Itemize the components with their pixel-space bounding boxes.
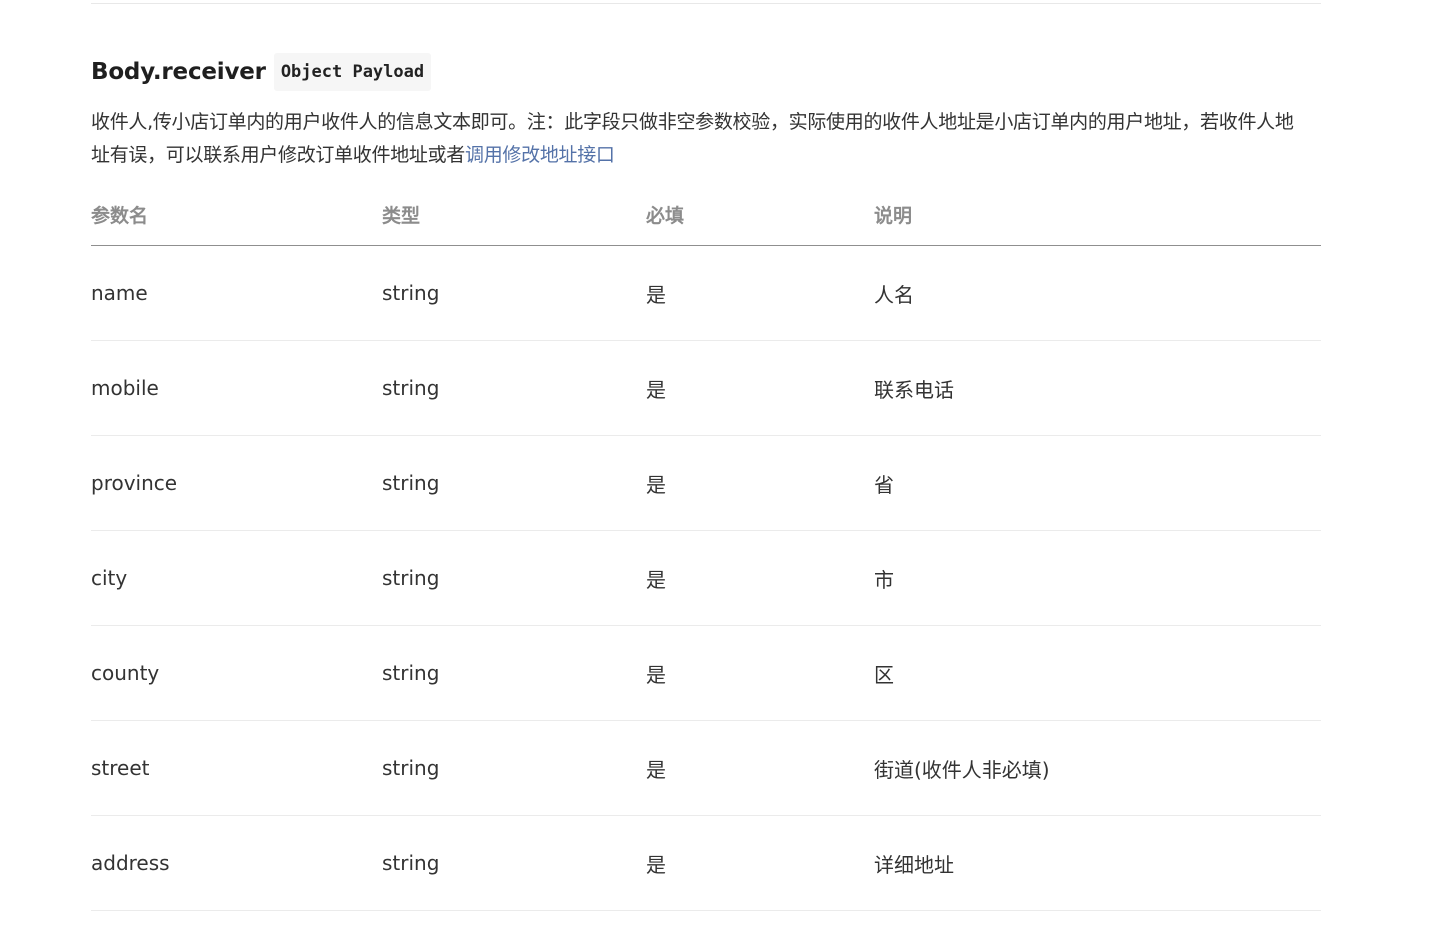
param-desc: 省	[874, 435, 1321, 531]
params-table: 参数名 类型 必填 说明 name string 是 人名 mobile str…	[91, 184, 1321, 911]
param-type: string	[382, 720, 646, 816]
param-name: county	[91, 625, 382, 721]
table-row: province string 是 省	[91, 435, 1321, 531]
description-text: 收件人,传小店订单内的用户收件人的信息文本即可。注：此字段只做非空参数校验，实际…	[91, 111, 1294, 166]
param-desc: 联系电话	[874, 340, 1321, 436]
type-badge: Object Payload	[273, 53, 432, 91]
param-required: 是	[646, 625, 874, 721]
param-required: 是	[646, 720, 874, 816]
param-name: city	[91, 530, 382, 626]
table-row: name string 是 人名	[91, 245, 1321, 341]
header-type: 类型	[382, 184, 646, 246]
param-type: string	[382, 625, 646, 721]
receiver-section: Body.receiver Object Payload 收件人,传小店订单内的…	[91, 52, 1321, 172]
param-type: string	[382, 435, 646, 531]
param-name: address	[91, 815, 382, 911]
param-required: 是	[646, 435, 874, 531]
param-name: mobile	[91, 340, 382, 436]
param-name: name	[91, 245, 382, 341]
param-type: string	[382, 530, 646, 626]
param-required: 是	[646, 530, 874, 626]
param-desc: 街道(收件人非必填)	[874, 720, 1321, 816]
section-description: 收件人,传小店订单内的用户收件人的信息文本即可。注：此字段只做非空参数校验，实际…	[91, 106, 1301, 172]
table-row: county string 是 区	[91, 625, 1321, 721]
param-required: 是	[646, 815, 874, 911]
param-required: 是	[646, 340, 874, 436]
param-type: string	[382, 340, 646, 436]
section-heading: Body.receiver Object Payload	[91, 52, 1321, 92]
param-type: string	[382, 815, 646, 911]
param-desc: 区	[874, 625, 1321, 721]
param-name: province	[91, 435, 382, 531]
table-row: address string 是 详细地址	[91, 815, 1321, 911]
table-row: city string 是 市	[91, 530, 1321, 626]
param-desc: 市	[874, 530, 1321, 626]
table-row: street string 是 街道(收件人非必填)	[91, 720, 1321, 816]
header-required: 必填	[646, 184, 874, 246]
header-param-name: 参数名	[91, 184, 382, 246]
table-row: mobile string 是 联系电话	[91, 340, 1321, 436]
param-desc: 人名	[874, 245, 1321, 341]
param-desc: 详细地址	[874, 815, 1321, 911]
param-type: string	[382, 245, 646, 341]
modify-address-api-link[interactable]: 调用修改地址接口	[465, 144, 615, 166]
param-required: 是	[646, 245, 874, 341]
header-description: 说明	[874, 184, 1321, 246]
section-title: Body.receiver	[91, 59, 266, 85]
top-divider	[91, 3, 1321, 4]
table-header-row: 参数名 类型 必填 说明	[91, 184, 1321, 246]
param-name: street	[91, 720, 382, 816]
